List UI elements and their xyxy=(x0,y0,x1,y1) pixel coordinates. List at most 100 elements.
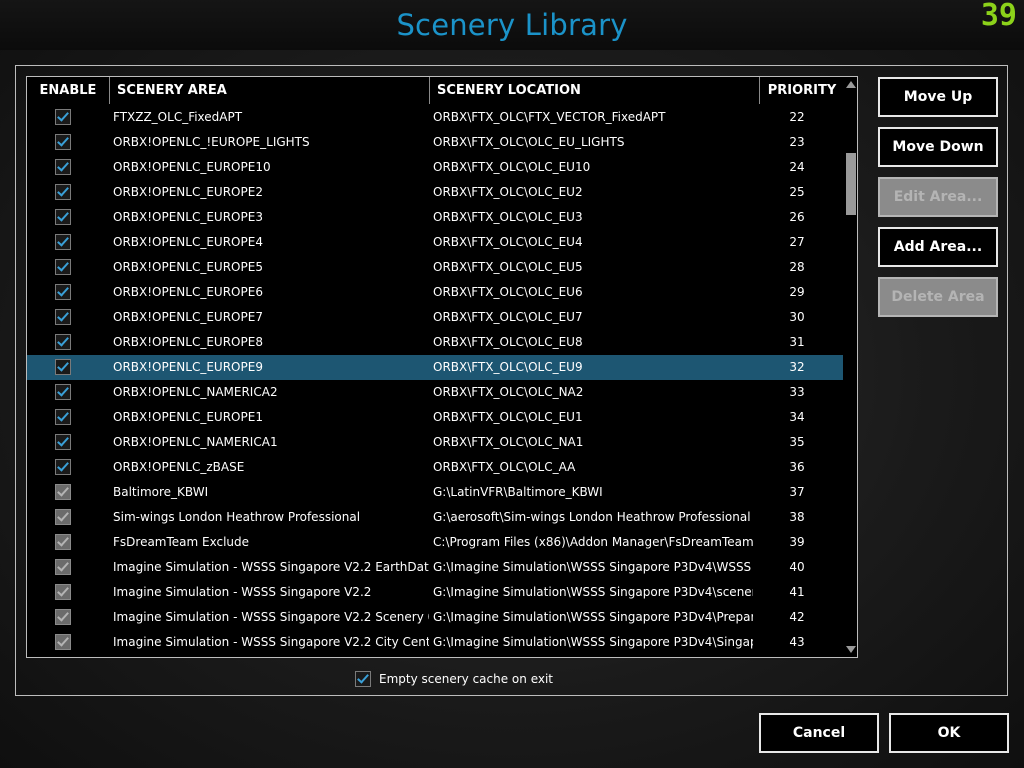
scenery-area-cell: ORBX!OPENLC_NAMERICA2 xyxy=(113,385,278,399)
scenery-area-cell: ORBX!OPENLC_EUROPE4 xyxy=(113,235,263,249)
table-row[interactable]: Imagine Simulation - WSSS Singapore V2.2… xyxy=(27,605,843,630)
enable-checkbox[interactable] xyxy=(55,359,71,375)
scenery-location-cell: ORBX\FTX_OLC\OLC_EU2 xyxy=(433,185,583,199)
priority-cell: 39 xyxy=(789,535,805,549)
scenery-area-cell: ORBX!OPENLC_NAMERICA1 xyxy=(113,435,278,449)
enable-checkbox[interactable] xyxy=(55,309,71,325)
scenery-location-cell: ORBX\FTX_OLC\OLC_EU4 xyxy=(433,235,583,249)
table-row[interactable]: ORBX!OPENLC_EUROPE4 ORBX\FTX_OLC\OLC_EU4 2… xyxy=(27,230,843,255)
scenery-location-cell: ORBX\FTX_OLC\OLC_EU6 xyxy=(433,285,583,299)
table-row[interactable]: ORBX!OPENLC_EUROPE7 ORBX\FTX_OLC\OLC_EU7 3… xyxy=(27,305,843,330)
enable-checkbox[interactable] xyxy=(55,109,71,125)
table-row[interactable]: ORBX!OPENLC_zBASE ORBX\FTX_OLC\OLC_AA 36 xyxy=(27,455,843,480)
enable-checkbox xyxy=(55,584,71,600)
table-row[interactable]: ORBX!OPENLC_EUROPE1 ORBX\FTX_OLC\OLC_EU1 3… xyxy=(27,405,843,430)
priority-cell: 28 xyxy=(789,260,805,274)
scroll-down-arrow-icon[interactable] xyxy=(846,646,856,653)
scenery-location-cell: G:\Imagine Simulation\WSSS Singapore P3D… xyxy=(433,560,753,574)
table-row[interactable]: Imagine Simulation - WSSS Singapore V2.2… xyxy=(27,580,843,605)
scenery-area-cell: ORBX!OPENLC_EUROPE10 xyxy=(113,160,271,174)
scenery-area-cell: ORBX!OPENLC_EUROPE7 xyxy=(113,310,263,324)
scenery-area-cell: ORBX!OPENLC_!EUROPE_LIGHTS xyxy=(113,135,310,149)
priority-cell: 30 xyxy=(789,310,805,324)
move-down-button[interactable]: Move Down xyxy=(878,127,998,167)
column-priority[interactable]: PRIORITY xyxy=(760,77,844,104)
scenery-location-cell: G:\Imagine Simulation\WSSS Singapore P3D… xyxy=(433,610,753,624)
scenery-location-cell: ORBX\FTX_OLC\OLC_EU8 xyxy=(433,335,583,349)
table-row[interactable]: FTXZZ_OLC_FixedAPT ORBX\FTX_OLC\FTX_VECTO… xyxy=(27,105,843,130)
enable-checkbox[interactable] xyxy=(55,409,71,425)
priority-cell: 38 xyxy=(789,510,805,524)
enable-checkbox[interactable] xyxy=(55,459,71,475)
empty-cache-label: Empty scenery cache on exit xyxy=(379,672,554,686)
enable-checkbox xyxy=(55,484,71,500)
title-bar: Scenery Library 39 xyxy=(0,0,1024,50)
move-up-button[interactable]: Move Up xyxy=(878,77,998,117)
table-row[interactable]: ORBX!OPENLC_EUROPE2 ORBX\FTX_OLC\OLC_EU2 2… xyxy=(27,180,843,205)
column-enable[interactable]: ENABLE xyxy=(27,77,110,104)
scenery-area-cell: ORBX!OPENLC_EUROPE2 xyxy=(113,185,263,199)
enable-checkbox[interactable] xyxy=(55,259,71,275)
priority-cell: 42 xyxy=(789,610,805,624)
cancel-button[interactable]: Cancel xyxy=(759,713,879,753)
list-scrollbar[interactable] xyxy=(844,77,857,657)
table-row[interactable]: ORBX!OPENLC_EUROPE10 ORBX\FTX_OLC\OLC_EU1… xyxy=(27,155,843,180)
priority-cell: 27 xyxy=(789,235,805,249)
priority-cell: 26 xyxy=(789,210,805,224)
table-row[interactable]: Imagine Simulation - WSSS Singapore V2.2… xyxy=(27,555,843,580)
table-row[interactable]: Baltimore_KBWI G:\LatinVFR\Baltimore_KBWI… xyxy=(27,480,843,505)
enable-checkbox[interactable] xyxy=(55,159,71,175)
ok-button[interactable]: OK xyxy=(889,713,1009,753)
table-row[interactable]: ORBX!OPENLC_EUROPE5 ORBX\FTX_OLC\OLC_EU5 2… xyxy=(27,255,843,280)
table-row[interactable]: Sim-wings London Heathrow Professional G:… xyxy=(27,505,843,530)
enable-checkbox[interactable] xyxy=(55,334,71,350)
scenery-location-cell: ORBX\FTX_OLC\OLC_EU_LIGHTS xyxy=(433,135,625,149)
edit-area-button[interactable]: Edit Area... xyxy=(878,177,998,217)
priority-cell: 32 xyxy=(789,360,805,374)
column-scenery-area[interactable]: SCENERY AREA xyxy=(110,77,430,104)
scenery-area-cell: ORBX!OPENLC_EUROPE5 xyxy=(113,260,263,274)
priority-cell: 31 xyxy=(789,335,805,349)
scenery-area-cell: ORBX!OPENLC_EUROPE3 xyxy=(113,210,263,224)
delete-area-button[interactable]: Delete Area xyxy=(878,277,998,317)
table-row[interactable]: Imagine Simulation - WSSS Singapore V2.2… xyxy=(27,630,843,655)
enable-checkbox[interactable] xyxy=(55,134,71,150)
scenery-location-cell: G:\LatinVFR\Baltimore_KBWI xyxy=(433,485,603,499)
scenery-location-cell: G:\aerosoft\Sim-wings London Heathrow Pr… xyxy=(433,510,751,524)
scroll-thumb[interactable] xyxy=(846,153,856,216)
priority-cell: 24 xyxy=(789,160,805,174)
scenery-area-cell: ORBX!OPENLC_EUROPE1 xyxy=(113,410,263,424)
scenery-area-cell: ORBX!OPENLC_EUROPE6 xyxy=(113,285,263,299)
scenery-location-cell: ORBX\FTX_OLC\OLC_EU3 xyxy=(433,210,583,224)
table-row[interactable]: ORBX!OPENLC_!EUROPE_LIGHTS ORBX\FTX_OLC\O… xyxy=(27,130,843,155)
enable-checkbox[interactable] xyxy=(55,284,71,300)
table-row[interactable]: ORBX!OPENLC_EUROPE8 ORBX\FTX_OLC\OLC_EU8 3… xyxy=(27,330,843,355)
scroll-up-arrow-icon[interactable] xyxy=(846,81,856,88)
scenery-list: ENABLE SCENERY AREA SCENERY LOCATION PRI… xyxy=(26,76,858,658)
priority-cell: 22 xyxy=(789,110,805,124)
scenery-location-cell: G:\Imagine Simulation\WSSS Singapore P3D… xyxy=(433,635,753,649)
enable-checkbox[interactable] xyxy=(55,184,71,200)
priority-cell: 23 xyxy=(789,135,805,149)
enable-checkbox[interactable] xyxy=(55,434,71,450)
scenery-area-cell: Sim-wings London Heathrow Professional xyxy=(113,510,361,524)
table-row[interactable]: ORBX!OPENLC_NAMERICA2 ORBX\FTX_OLC\OLC_NA… xyxy=(27,380,843,405)
table-row[interactable]: FsDreamTeam Exclude C:\Program Files (x86… xyxy=(27,530,843,555)
list-header: ENABLE SCENERY AREA SCENERY LOCATION PRI… xyxy=(27,77,844,105)
priority-cell: 40 xyxy=(789,560,805,574)
scenery-location-cell: G:\Imagine Simulation\WSSS Singapore P3D… xyxy=(433,585,753,599)
table-row[interactable]: ORBX!OPENLC_EUROPE6 ORBX\FTX_OLC\OLC_EU6 2… xyxy=(27,280,843,305)
table-row[interactable]: ORBX!OPENLC_EUROPE3 ORBX\FTX_OLC\OLC_EU3 2… xyxy=(27,205,843,230)
scenery-location-cell: ORBX\FTX_OLC\OLC_EU9 xyxy=(433,360,583,374)
scenery-area-cell: Imagine Simulation - WSSS Singapore V2.2… xyxy=(113,610,429,624)
enable-checkbox[interactable] xyxy=(55,234,71,250)
column-scenery-location[interactable]: SCENERY LOCATION xyxy=(430,77,760,104)
table-row[interactable]: ORBX!OPENLC_EUROPE9 ORBX\FTX_OLC\OLC_EU9 3… xyxy=(27,355,843,380)
empty-cache-checkbox[interactable] xyxy=(355,671,371,687)
add-area-button[interactable]: Add Area... xyxy=(878,227,998,267)
table-row[interactable]: ORBX!OPENLC_NAMERICA1 ORBX\FTX_OLC\OLC_NA… xyxy=(27,430,843,455)
enable-checkbox[interactable] xyxy=(55,209,71,225)
window-title: Scenery Library xyxy=(396,8,628,42)
priority-cell: 35 xyxy=(789,435,805,449)
enable-checkbox[interactable] xyxy=(55,384,71,400)
